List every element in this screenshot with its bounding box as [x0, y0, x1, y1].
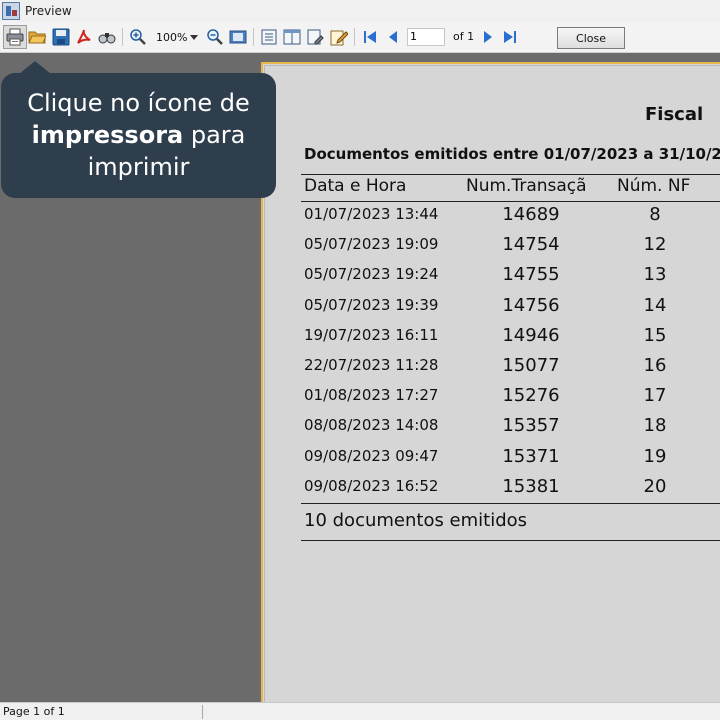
table-bottom-rule	[301, 503, 720, 504]
first-page-button[interactable]	[360, 27, 380, 47]
settings-icon	[307, 29, 324, 45]
cell-transacao: 14754	[502, 234, 560, 255]
status-bar: Page 1 of 1	[0, 702, 720, 720]
column-header-date: Data e Hora	[304, 176, 407, 196]
tooltip-line-2-rest: para	[183, 121, 246, 149]
pdf-icon	[77, 29, 91, 44]
zoom-select[interactable]: 100%	[152, 27, 202, 47]
cell-nf: 18	[643, 415, 667, 436]
fit-page-icon	[229, 30, 247, 44]
find-icon	[98, 33, 116, 44]
save-button[interactable]	[51, 27, 71, 47]
cell-date: 05/07/2023 19:09	[304, 235, 439, 253]
zoom-value: 100%	[156, 30, 188, 44]
next-page-icon	[484, 31, 492, 43]
close-button[interactable]: Close	[557, 27, 625, 49]
cell-transacao: 15077	[502, 355, 560, 376]
cell-transacao: 14689	[502, 204, 560, 225]
cell-nf: 15	[643, 325, 667, 346]
status-page-text: Page 1 of 1	[3, 705, 65, 718]
single-page-button[interactable]	[259, 27, 279, 47]
cell-date: 01/07/2023 13:44	[304, 205, 439, 223]
find-button[interactable]	[97, 27, 117, 47]
table-header-rule	[301, 201, 720, 202]
last-page-icon	[504, 31, 516, 43]
toolbar-separator	[122, 28, 123, 46]
last-page-button[interactable]	[500, 27, 520, 47]
edit-button[interactable]	[329, 27, 349, 47]
zoom-out-icon	[207, 29, 223, 45]
app-icon	[2, 2, 20, 20]
cell-date: 22/07/2023 11:28	[304, 356, 439, 374]
report-title: Fiscal	[645, 104, 704, 125]
cell-nf: 12	[643, 234, 667, 255]
cell-nf: 17	[643, 385, 667, 406]
cell-transacao: 14755	[502, 264, 560, 285]
tooltip-line-1: Clique no ícone de	[27, 89, 250, 117]
cell-date: 05/07/2023 19:24	[304, 265, 439, 283]
prev-page-button[interactable]	[383, 27, 403, 47]
cell-date: 09/08/2023 16:52	[304, 477, 439, 495]
zoom-out-button[interactable]	[205, 27, 225, 47]
page-count-label: of 1	[453, 30, 475, 43]
print-icon	[6, 28, 24, 46]
cell-date: 19/07/2023 16:11	[304, 326, 439, 344]
cell-nf: 13	[643, 264, 667, 285]
cell-date: 09/08/2023 09:47	[304, 447, 439, 465]
cell-nf: 19	[643, 446, 667, 467]
cell-nf: 14	[643, 295, 667, 316]
save-icon	[52, 28, 70, 46]
window-title: Preview	[25, 4, 72, 18]
cell-transacao: 15357	[502, 415, 560, 436]
title-bar: Preview	[0, 0, 720, 22]
next-page-button[interactable]	[478, 27, 498, 47]
toolbar-separator	[253, 28, 254, 46]
prev-page-icon	[389, 31, 397, 43]
cell-nf: 8	[649, 204, 661, 225]
report-summary: 10 documentos emitidos	[304, 510, 528, 531]
column-header-nf: Núm. NF	[617, 176, 691, 196]
edit-icon	[330, 30, 348, 46]
tooltip-bold-word: impressora	[31, 121, 184, 149]
table-top-rule	[301, 174, 720, 175]
table-footer-rule	[301, 540, 720, 541]
report-subtitle: Documentos emitidos entre 01/07/2023 a 3…	[304, 145, 720, 163]
print-hint-tooltip: Clique no ícone de impressora para impri…	[1, 61, 276, 198]
cell-transacao: 15276	[502, 385, 560, 406]
first-page-icon	[364, 31, 376, 43]
print-button[interactable]	[3, 25, 27, 49]
toolbar-separator	[354, 28, 355, 46]
open-button[interactable]	[27, 27, 47, 47]
tooltip-line-2: impressora para	[1, 119, 276, 151]
zoom-in-icon	[130, 29, 146, 45]
cell-nf: 20	[643, 476, 667, 497]
cell-date: 01/08/2023 17:27	[304, 386, 439, 404]
column-header-transacao: Num.Transaçã	[466, 176, 587, 196]
single-page-icon	[261, 29, 277, 45]
cell-transacao: 14756	[502, 295, 560, 316]
tooltip-line-3: imprimir	[87, 153, 190, 181]
export-pdf-button[interactable]	[74, 27, 94, 47]
fit-page-button[interactable]	[228, 27, 248, 47]
chevron-down-icon	[190, 34, 198, 40]
page-setup-button[interactable]	[305, 27, 325, 47]
cell-nf: 16	[643, 355, 667, 376]
cell-transacao: 15381	[502, 476, 560, 497]
cell-date: 08/08/2023 14:08	[304, 416, 439, 434]
open-folder-icon	[28, 31, 46, 44]
cell-transacao: 15371	[502, 446, 560, 467]
cell-date: 05/07/2023 19:39	[304, 296, 439, 314]
zoom-in-button[interactable]	[128, 27, 148, 47]
page-number-input[interactable]: 1	[407, 28, 445, 46]
two-page-icon	[283, 29, 301, 45]
two-page-button[interactable]	[282, 27, 302, 47]
status-divider	[202, 705, 203, 719]
cell-transacao: 14946	[502, 325, 560, 346]
